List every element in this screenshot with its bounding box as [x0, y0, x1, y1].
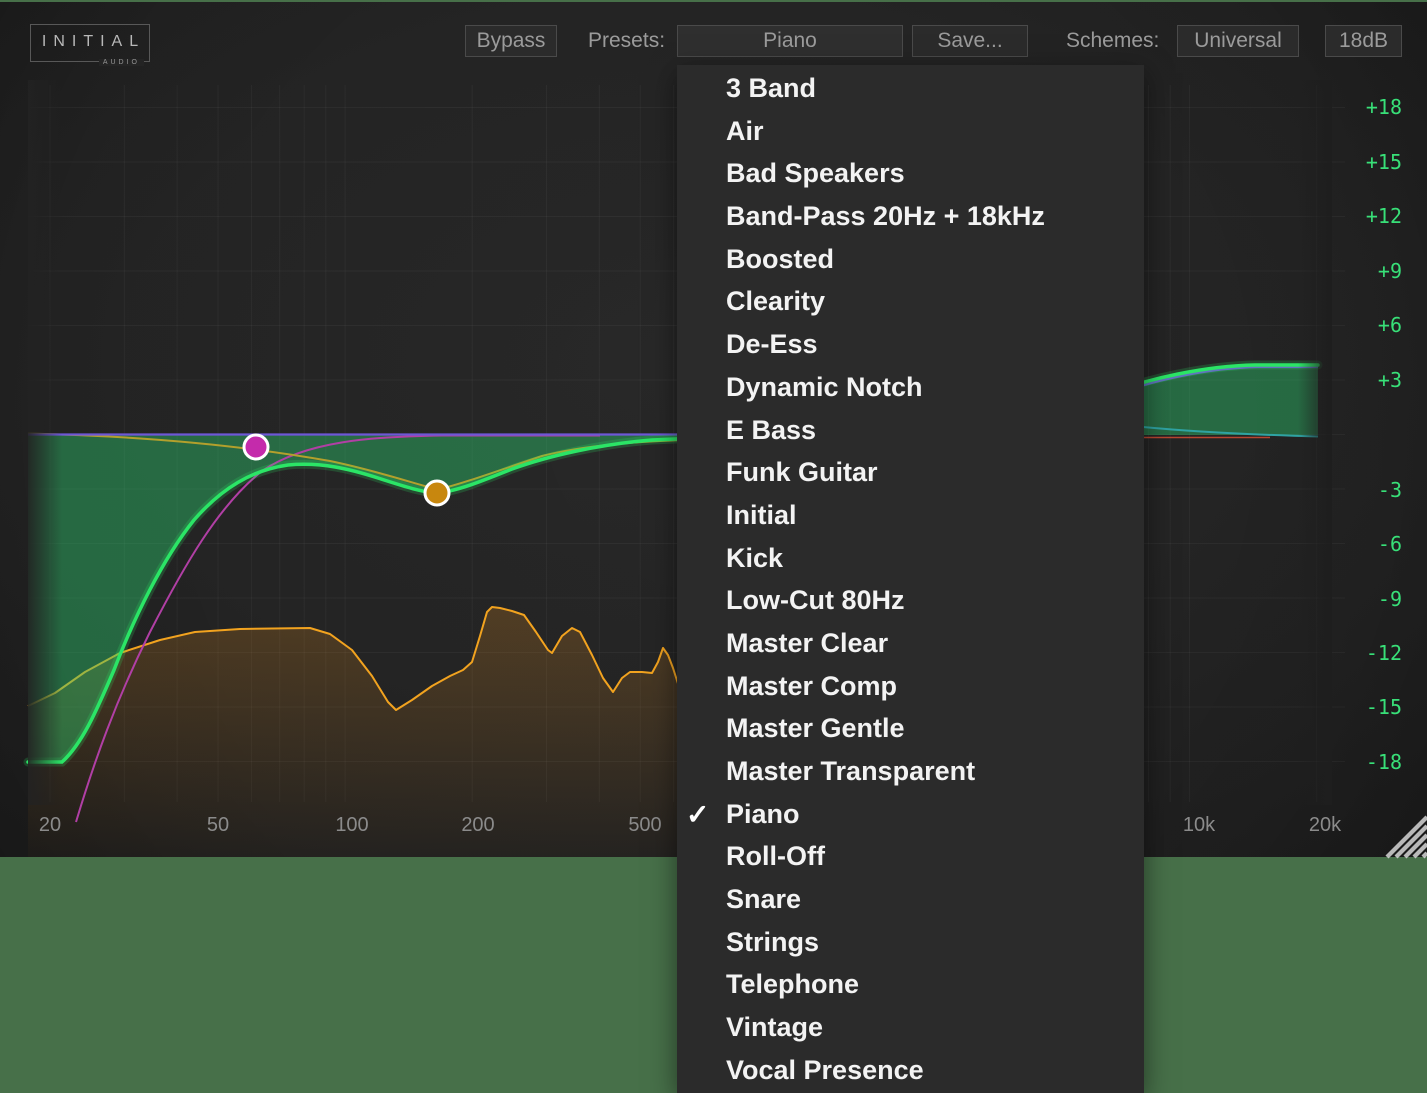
menu-item-clearity[interactable]: Clearity: [677, 280, 1144, 323]
menu-item-label: E Bass: [726, 415, 816, 445]
menu-item-label: Initial: [726, 500, 797, 530]
menu-item-master-comp[interactable]: Master Comp: [677, 665, 1144, 708]
menu-item-vocal-presence[interactable]: Vocal Presence: [677, 1049, 1144, 1092]
menu-item-label: Vintage: [726, 1012, 823, 1042]
menu-item-air[interactable]: Air: [677, 110, 1144, 153]
menu-item-snare[interactable]: Snare: [677, 878, 1144, 921]
bypass-button[interactable]: Bypass: [465, 25, 557, 57]
menu-item-label: Clearity: [726, 286, 825, 316]
menu-item-label: Snare: [726, 884, 801, 914]
menu-item-boosted[interactable]: Boosted: [677, 238, 1144, 281]
menu-item-label: Roll-Off: [726, 841, 825, 871]
menu-item-label: De-Ess: [726, 329, 818, 359]
presets-label: Presets:: [588, 25, 665, 57]
menu-item-dynamic-notch[interactable]: Dynamic Notch: [677, 366, 1144, 409]
menu-item-3-band[interactable]: 3 Band: [677, 67, 1144, 110]
menu-item-label: Piano: [726, 799, 800, 829]
menu-item-roll-off[interactable]: Roll-Off: [677, 835, 1144, 878]
menu-item-label: Master Transparent: [726, 756, 975, 786]
logo-subtext: AUDIO: [99, 59, 144, 66]
preset-menu: 3 Band Air Bad Speakers Band-Pass 20Hz + 18…: [677, 65, 1144, 1093]
menu-item-label: Master Comp: [726, 671, 897, 701]
menu-item-label: Vocal Presence: [726, 1055, 924, 1085]
menu-item-label: Band-Pass 20Hz + 18kHz: [726, 201, 1045, 231]
menu-item-label: 3 Band: [726, 73, 816, 103]
schemes-label: Schemes:: [1066, 25, 1159, 57]
menu-item-strings[interactable]: Strings: [677, 921, 1144, 964]
menu-item-master-clear[interactable]: Master Clear: [677, 622, 1144, 665]
menu-item-label: Bad Speakers: [726, 158, 905, 188]
menu-item-kick[interactable]: Kick: [677, 537, 1144, 580]
menu-item-vintage[interactable]: Vintage: [677, 1006, 1144, 1049]
menu-item-bad-speakers[interactable]: Bad Speakers: [677, 152, 1144, 195]
menu-item-initial[interactable]: Initial: [677, 494, 1144, 537]
menu-item-label: Funk Guitar: [726, 457, 878, 487]
db-range-button[interactable]: 18dB: [1325, 25, 1402, 57]
menu-item-label: Strings: [726, 927, 819, 957]
menu-item-band-pass-20hz-18khz[interactable]: Band-Pass 20Hz + 18kHz: [677, 195, 1144, 238]
menu-item-label: Boosted: [726, 244, 834, 274]
menu-item-piano[interactable]: ✓ Piano: [677, 793, 1144, 836]
save-preset-button[interactable]: Save...: [912, 25, 1028, 57]
menu-item-de-ess[interactable]: De-Ess: [677, 323, 1144, 366]
menu-item-master-transparent[interactable]: Master Transparent: [677, 750, 1144, 793]
menu-item-label: Master Clear: [726, 628, 888, 658]
preset-select[interactable]: Piano: [677, 25, 903, 57]
menu-item-label: Low-Cut 80Hz: [726, 585, 905, 615]
logo-text: INITIAL: [31, 25, 149, 58]
initial-audio-logo: INITIAL AUDIO: [30, 24, 150, 62]
menu-item-funk-guitar[interactable]: Funk Guitar: [677, 451, 1144, 494]
scheme-select[interactable]: Universal: [1177, 25, 1299, 57]
menu-item-label: Air: [726, 116, 764, 146]
menu-item-low-cut-80hz[interactable]: Low-Cut 80Hz: [677, 579, 1144, 622]
checkmark-icon: ✓: [686, 794, 709, 837]
menu-item-label: Master Gentle: [726, 713, 905, 743]
menu-item-label: Kick: [726, 543, 783, 573]
menu-item-label: Dynamic Notch: [726, 372, 923, 402]
menu-item-telephone[interactable]: Telephone: [677, 963, 1144, 1006]
menu-item-e-bass[interactable]: E Bass: [677, 409, 1144, 452]
menu-item-master-gentle[interactable]: Master Gentle: [677, 707, 1144, 750]
menu-item-label: Telephone: [726, 969, 859, 999]
